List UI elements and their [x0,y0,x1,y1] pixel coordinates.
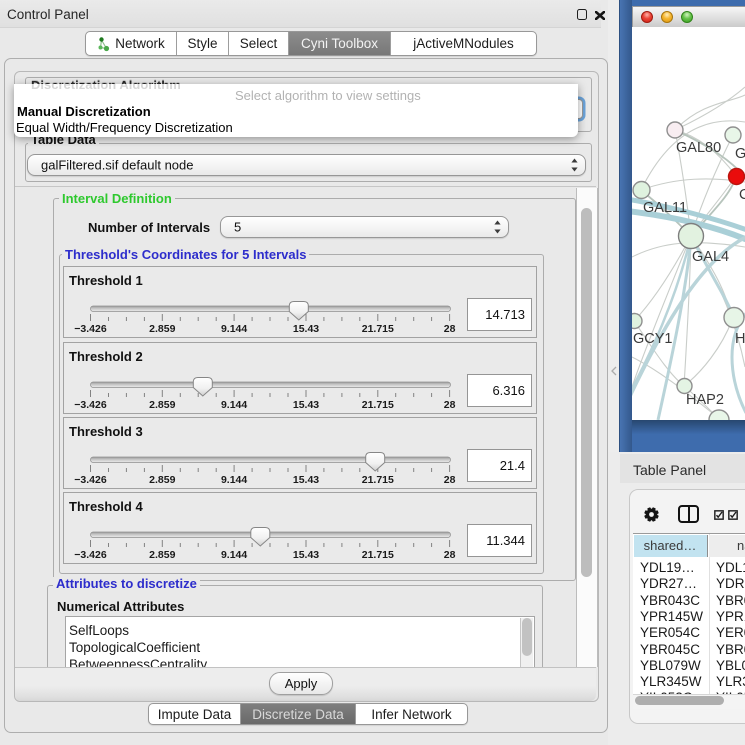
svg-text:GA: GA [735,146,745,162]
svg-text:H: H [735,331,745,347]
svg-text:GAL80: GAL80 [676,140,721,156]
svg-text:C: C [739,187,745,203]
svg-text:GAL4: GAL4 [692,249,729,265]
svg-text:HAP2: HAP2 [686,392,724,408]
svg-text:GAL11: GAL11 [643,200,687,216]
svg-text:GCY1: GCY1 [633,331,673,347]
